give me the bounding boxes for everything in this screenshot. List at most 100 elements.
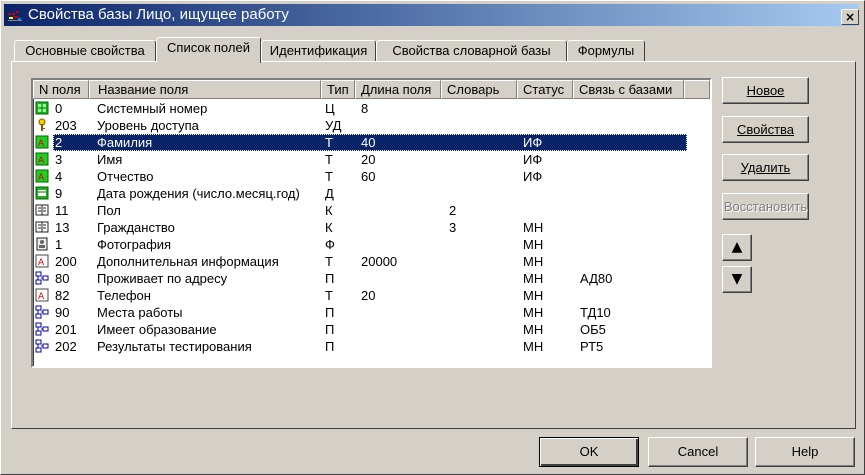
cell-type: Ц [325, 101, 335, 116]
cell-type: Т [325, 152, 333, 167]
table-row[interactable]: 201 Имеет образование П МН ОБ5 [33, 321, 710, 338]
table-row[interactable]: 90 Места работы П МН ТД10 [33, 304, 710, 321]
help-button[interactable]: Help [755, 437, 855, 467]
cell-type: П [325, 271, 335, 286]
cell-number: 82 [55, 288, 70, 303]
cell-number: 0 [55, 101, 63, 116]
table-row[interactable]: А 4 Отчество Т 60 ИФ [33, 168, 710, 185]
cell-length: 8 [361, 101, 369, 116]
green-grid-icon [35, 101, 49, 115]
cell-number: 90 [55, 305, 70, 320]
properties-button[interactable]: Свойства [722, 116, 809, 143]
cell-name: Пол [97, 203, 121, 218]
cell-name: Имя [97, 152, 123, 167]
table-row[interactable]: 9 Дата рождения (число.месяц.год) Д [33, 185, 710, 202]
cell-type: Д [325, 186, 334, 201]
delete-button[interactable]: Удалить [722, 154, 809, 181]
restore-button[interactable]: Восстановить [722, 193, 809, 220]
tab-main-properties[interactable]: Основные свойства [14, 40, 156, 61]
link-icon [35, 305, 49, 319]
column-header-filler [684, 80, 710, 99]
key-icon [38, 118, 46, 131]
ok-button[interactable]: OK [539, 437, 639, 467]
cell-type: Т [325, 135, 333, 150]
table-row[interactable]: А 200 Дополнительная информация Т 20000 МН [33, 253, 710, 270]
tab-dictionary-properties[interactable]: Свойства словарной базы [376, 40, 567, 61]
cell-status: ИФ [523, 169, 543, 184]
cell-links: РТ5 [580, 339, 604, 354]
new-button[interactable]: Новое [722, 77, 809, 104]
fields-list[interactable]: N поля Название поля Тип Длина поля Слов… [31, 78, 712, 368]
cell-length: 40 [361, 135, 376, 150]
cancel-button[interactable]: Cancel [648, 437, 748, 467]
cell-type: Ф [325, 237, 335, 252]
cell-number: 13 [55, 220, 70, 235]
table-row[interactable]: 202 Результаты тестирования П МН РТ5 [33, 338, 710, 355]
cell-name: Гражданство [97, 220, 175, 235]
cell-type: Т [325, 254, 333, 269]
column-header-type[interactable]: Тип [321, 80, 355, 99]
svg-text:А: А [38, 173, 45, 183]
cell-name: Проживает по адресу [97, 271, 228, 286]
cell-number: 11 [55, 203, 69, 218]
table-row[interactable]: 1 Фотография Ф МН [33, 236, 710, 253]
column-header-dictionary[interactable]: Словарь [441, 80, 517, 99]
close-icon: × [844, 10, 856, 24]
cell-length: 60 [361, 169, 376, 184]
table-row[interactable]: 13 Гражданство К 3 МН [33, 219, 710, 236]
cell-status: МН [523, 288, 544, 303]
cell-status: ИФ [523, 135, 543, 150]
title-bar[interactable]: Свойства базы Лицо, ищущее работу × [4, 4, 859, 26]
cell-status: МН [523, 254, 544, 269]
date-field-icon [35, 186, 49, 200]
text-field-icon: А [35, 135, 49, 149]
text-red-icon: А [35, 288, 49, 302]
tab-formulas[interactable]: Формулы [567, 40, 645, 61]
table-row[interactable]: 0 Системный номер Ц 8 [33, 100, 710, 117]
column-header-status[interactable]: Статус [517, 80, 573, 99]
cell-name: Фамилия [97, 135, 153, 150]
cell-name: Отчество [97, 169, 154, 184]
move-up-button[interactable]: ▲ [722, 234, 752, 261]
close-button[interactable]: × [841, 9, 859, 25]
table-row[interactable]: А 3 Имя Т 20 ИФ [33, 151, 710, 168]
cell-type: К [325, 220, 333, 235]
cell-links: ОБ5 [580, 322, 606, 337]
tab-identification[interactable]: Идентификация [261, 40, 376, 61]
svg-text:А: А [38, 156, 45, 166]
cell-type: К [325, 203, 333, 218]
tab-field-list[interactable]: Список полей [156, 37, 261, 63]
cell-number: 200 [55, 254, 77, 269]
app-icon [8, 11, 22, 21]
cell-dictionary: 3 [449, 220, 457, 235]
table-row[interactable]: А 82 Телефон Т 20 МН [33, 287, 710, 304]
table-row[interactable]: 80 Проживает по адресу П МН АД80 [33, 270, 710, 287]
table-row[interactable]: А 2 Фамилия Т 40 ИФ [33, 134, 710, 151]
cell-number: 1 [55, 237, 63, 252]
cell-name: Имеет образование [97, 322, 217, 337]
table-row[interactable]: 11 Пол К 2 [33, 202, 710, 219]
column-header-length[interactable]: Длина поля [355, 80, 441, 99]
svg-text:А: А [38, 292, 45, 302]
text-field-icon: А [35, 152, 49, 166]
table-row[interactable]: 203 Уровень доступа УД [33, 117, 710, 134]
column-header-name[interactable]: Название поля [89, 80, 321, 99]
column-header-number[interactable]: N поля [33, 80, 89, 99]
cell-name: Фотография [97, 237, 172, 252]
cell-status: МН [523, 271, 544, 286]
cell-name: Уровень доступа [97, 118, 199, 133]
cell-length: 20 [361, 288, 376, 303]
cell-number: 202 [55, 339, 77, 354]
cell-name: Дата рождения (число.месяц.год) [97, 186, 300, 201]
cell-status: ИФ [523, 152, 543, 167]
cell-name: Телефон [97, 288, 151, 303]
cell-number: 4 [55, 169, 63, 184]
cell-number: 2 [55, 135, 63, 150]
cell-status: МН [523, 237, 544, 252]
window-title: Свойства базы Лицо, ищущее работу [28, 6, 289, 23]
column-header-links[interactable]: Связь с базами [573, 80, 684, 99]
link-icon [35, 322, 49, 336]
move-down-button[interactable]: ▼ [722, 266, 752, 293]
cell-number: 80 [55, 271, 70, 286]
cell-number: 201 [55, 322, 77, 337]
